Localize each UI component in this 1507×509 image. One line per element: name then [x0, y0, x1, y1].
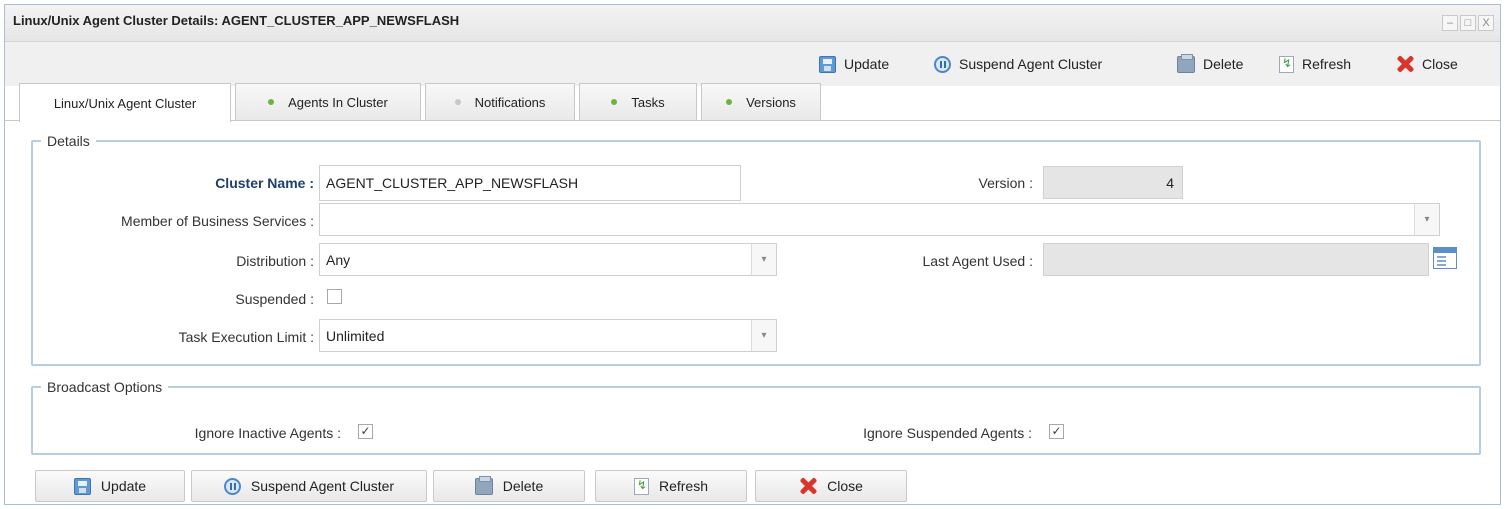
close-button[interactable]: Close	[1396, 52, 1458, 76]
tab-label: Linux/Unix Agent Cluster	[53, 95, 197, 111]
suspended-checkbox[interactable]	[327, 289, 342, 304]
suspended-label: Suspended :	[235, 291, 314, 307]
minimize-button[interactable]: –	[1442, 15, 1458, 31]
version-field: 4	[1043, 166, 1183, 199]
calendar-icon[interactable]	[1433, 247, 1457, 269]
version-label: Version :	[978, 175, 1033, 191]
tab-label: Notifications	[474, 94, 546, 110]
last-agent-used-field	[1043, 243, 1429, 276]
task-limit-value: Unlimited	[326, 327, 385, 344]
bottom-delete-button[interactable]: Delete	[433, 470, 585, 502]
delete-icon	[1177, 53, 1195, 73]
bottom-refresh-label: Refresh	[658, 478, 709, 494]
close-window-button[interactable]: X	[1478, 15, 1494, 31]
ignore-inactive-agents-label: Ignore Inactive Agents :	[194, 425, 341, 441]
tab-bar: Linux/Unix Agent Cluster Agents In Clust…	[5, 83, 1500, 122]
member-of-business-services-label: Member of Business Services :	[121, 213, 314, 229]
suspend-agent-cluster-button[interactable]: Suspend Agent Cluster	[934, 52, 1102, 76]
tab-notifications[interactable]: Notifications	[425, 83, 575, 120]
cluster-name-input[interactable]: AGENT_CLUSTER_APP_NEWSFLASH	[319, 165, 741, 201]
bottom-close-button[interactable]: Close	[755, 470, 907, 502]
tab-label: Agents In Cluster	[288, 94, 388, 110]
tab-agents-in-cluster[interactable]: Agents In Cluster	[235, 83, 421, 120]
close-icon	[799, 477, 817, 495]
ignore-inactive-agents-checkbox[interactable]: ✓	[358, 424, 373, 439]
ignore-suspended-agents-label: Ignore Suspended Agents :	[863, 425, 1032, 441]
bottom-update-button[interactable]: Update	[35, 470, 185, 502]
save-icon	[819, 55, 836, 73]
member-of-business-services-select[interactable]: ▾	[319, 203, 1440, 236]
suspend-label: Suspend Agent Cluster	[959, 56, 1103, 72]
update-button[interactable]: Update	[819, 52, 889, 76]
delete-label: Delete	[1203, 56, 1244, 72]
delete-button[interactable]: Delete	[1177, 52, 1243, 76]
status-dot-icon	[268, 99, 275, 105]
bottom-refresh-button[interactable]: Refresh	[595, 470, 747, 502]
tab-versions[interactable]: Versions	[701, 83, 821, 120]
distribution-select[interactable]: Any ▾	[319, 243, 777, 276]
refresh-button[interactable]: Refresh	[1279, 52, 1351, 76]
close-label: Close	[1422, 56, 1458, 72]
bottom-suspend-label: Suspend Agent Cluster	[250, 478, 395, 494]
refresh-icon	[1279, 55, 1294, 73]
bottom-update-label: Update	[100, 478, 147, 494]
maximize-button[interactable]: □	[1460, 15, 1476, 31]
chevron-down-icon[interactable]: ▾	[1414, 204, 1439, 235]
task-execution-limit-select[interactable]: Unlimited ▾	[319, 319, 777, 352]
agent-cluster-details-window: Linux/Unix Agent Cluster Details: AGENT_…	[4, 4, 1501, 505]
distribution-value: Any	[326, 251, 351, 268]
pause-icon	[223, 477, 241, 495]
window-title: Linux/Unix Agent Cluster Details: AGENT_…	[13, 13, 460, 28]
title-bar: Linux/Unix Agent Cluster Details: AGENT_…	[5, 5, 1500, 42]
close-icon	[1396, 55, 1414, 73]
broadcast-options-legend: Broadcast Options	[47, 379, 163, 395]
distribution-label: Distribution :	[236, 253, 314, 269]
pause-icon	[934, 55, 951, 73]
task-execution-limit-label: Task Execution Limit :	[178, 329, 314, 345]
update-label: Update	[844, 56, 890, 72]
broadcast-options-group: Broadcast Options	[31, 379, 1481, 455]
bottom-close-label: Close	[827, 478, 863, 494]
cluster-name-label: Cluster Name :	[215, 175, 314, 191]
tab-linux-unix-agent-cluster[interactable]: Linux/Unix Agent Cluster	[19, 83, 231, 122]
status-dot-icon	[726, 99, 733, 105]
ignore-suspended-agents-checkbox[interactable]: ✓	[1049, 424, 1064, 439]
chevron-down-icon[interactable]: ▾	[751, 320, 776, 351]
status-dot-icon	[611, 99, 618, 105]
top-toolbar: Update Suspend Agent Cluster Delete Refr…	[5, 42, 1500, 86]
refresh-label: Refresh	[1302, 56, 1352, 72]
delete-icon	[474, 475, 493, 495]
bottom-delete-label: Delete	[502, 478, 544, 494]
last-agent-used-label: Last Agent Used :	[922, 253, 1033, 269]
details-legend: Details	[47, 133, 90, 149]
bottom-suspend-agent-cluster-button[interactable]: Suspend Agent Cluster	[191, 470, 427, 502]
window-controls: – □ X	[1442, 15, 1494, 31]
status-dot-icon	[454, 99, 461, 105]
tab-label: Versions	[746, 94, 796, 110]
save-icon	[73, 477, 91, 495]
tab-tasks[interactable]: Tasks	[579, 83, 697, 120]
bottom-button-bar: Update Suspend Agent Cluster Delete Refr…	[5, 460, 1500, 506]
chevron-down-icon[interactable]: ▾	[751, 244, 776, 275]
tab-label: Tasks	[631, 94, 665, 110]
refresh-icon	[633, 477, 649, 495]
